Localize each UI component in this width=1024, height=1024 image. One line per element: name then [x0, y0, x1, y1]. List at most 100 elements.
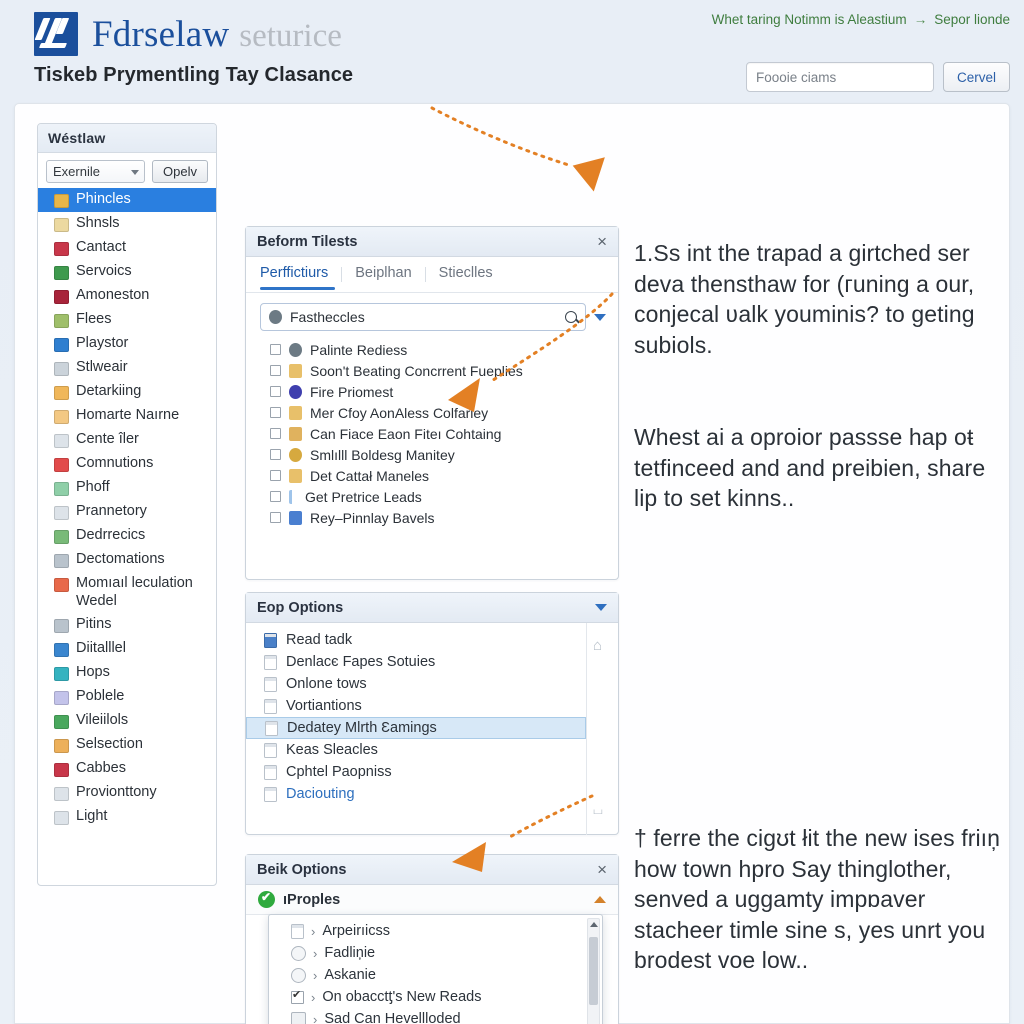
checkbox-icon[interactable]	[270, 428, 281, 439]
checkbox-row-label: Palinte Rediess	[310, 341, 408, 358]
sidebar-item-icon	[54, 458, 69, 472]
option-list: Read tadk Denlacє Fapes Sotuies Onlone tow…	[246, 623, 587, 835]
option-row-2[interactable]: Onlone tows	[246, 673, 586, 695]
checkbox-icon[interactable]	[270, 491, 281, 502]
sidebar-item-10[interactable]: Cente îler	[38, 428, 216, 452]
sidebar-item-label: Homarte Naırne	[76, 407, 180, 423]
close-icon[interactable]: ×	[597, 233, 607, 250]
sidebar-item-2[interactable]: Cantact	[38, 236, 216, 260]
mail-icon	[264, 632, 277, 648]
sidebar-select[interactable]: Exernile	[46, 160, 146, 183]
scrollbar-thumb[interactable]	[589, 937, 598, 1005]
sidebar-item-20[interactable]: Poblele	[38, 685, 216, 709]
option-row-1[interactable]: Denlacє Fapes Sotuies	[246, 651, 586, 673]
chevron-right-icon[interactable]: ›	[311, 924, 315, 939]
checkbox-row-3[interactable]: Mer Cfoy AonAless Colfarley	[246, 402, 618, 423]
search-submit-button[interactable]: Cervel	[942, 62, 1010, 92]
sidebar-item-17[interactable]: Pitins	[38, 613, 216, 637]
checkbox-icon[interactable]	[270, 407, 281, 418]
chevron-right-icon[interactable]: ›	[311, 990, 315, 1005]
sidebar-item-13[interactable]: Prannetory	[38, 500, 216, 524]
checkbox-row-1[interactable]: Soon't Beating Concrrent Fueplies	[246, 360, 618, 381]
checkbox-row-7[interactable]: Get Pretrice Leads	[246, 486, 618, 507]
option-row-7[interactable]: Daciouting	[246, 783, 586, 805]
sidebar-item-9[interactable]: Homarte Naırne	[38, 404, 216, 428]
sidebar-item-16[interactable]: Momıaıl leculation Wedel	[38, 572, 216, 613]
sidebar-item-8[interactable]: Detarkiing	[38, 380, 216, 404]
checkbox-row-4[interactable]: Can Fiace Eaon Fiteı Cohtaing	[246, 423, 618, 444]
scroll-up-icon[interactable]	[590, 922, 598, 927]
checkbox-icon[interactable]	[270, 386, 281, 397]
document-icon	[291, 923, 304, 939]
sidebar-item-24[interactable]: Provionttony	[38, 781, 216, 805]
chevron-down-icon[interactable]	[595, 604, 607, 611]
anchor-icon[interactable]: ⏘	[593, 802, 603, 819]
topnav-link-left[interactable]: Whet taring Notimm is Aleastium	[712, 12, 907, 27]
sidebar-item-6[interactable]: Playstor	[38, 332, 216, 356]
chevron-right-icon[interactable]: ›	[313, 946, 317, 961]
sidebar-item-23[interactable]: Cabbes	[38, 757, 216, 781]
checkbox-row-5[interactable]: Smlılll Boldesɡ Manitey	[246, 444, 618, 465]
list-item-icon	[289, 426, 302, 441]
option-row-6[interactable]: Cphtel Paopniss	[246, 761, 586, 783]
option-row-5[interactable]: Keas Sleacles	[246, 739, 586, 761]
sidebar-item-19[interactable]: Hops	[38, 661, 216, 685]
checkbox-icon[interactable]	[270, 449, 281, 460]
search-input[interactable]	[745, 62, 934, 92]
tab-2[interactable]: Stieclles	[426, 259, 506, 290]
sidebar-item-0[interactable]: Phincles	[38, 188, 216, 212]
sidebar-item-12[interactable]: Phoff	[38, 476, 216, 500]
topnav-link-right[interactable]: Sepor lionde	[934, 12, 1010, 27]
tab-0[interactable]: Perffictiurs	[258, 259, 341, 290]
checked-checkbox-icon[interactable]	[291, 988, 304, 1004]
sidebar-item-icon	[54, 362, 69, 376]
sidebar-open-button[interactable]: Opelv	[152, 160, 208, 183]
sidebar-item-11[interactable]: Comnutions	[38, 452, 216, 476]
sidebar-item-22[interactable]: Selsection	[38, 733, 216, 757]
search-icon[interactable]	[565, 311, 577, 323]
sidebar-item-3[interactable]: Servoics	[38, 260, 216, 284]
sidebar-item-14[interactable]: Dedrrecics	[38, 524, 216, 548]
sidebar-item-21[interactable]: Vileiilols	[38, 709, 216, 733]
option-row-0[interactable]: Read tadk	[246, 629, 586, 651]
document-icon	[264, 698, 277, 714]
sidebar-item-15[interactable]: Dectomations	[38, 548, 216, 572]
sidebar-item-25[interactable]: Light	[38, 805, 216, 829]
tab-1[interactable]: Beiplhan	[342, 259, 424, 290]
chevron-up-icon[interactable]	[594, 896, 606, 903]
checkbox-icon[interactable]	[270, 512, 281, 523]
popup-row-2[interactable]: › Askanie	[269, 964, 602, 986]
sidebar-item-7[interactable]: Stlweair	[38, 356, 216, 380]
sidebar-item-4[interactable]: Amoneston	[38, 284, 216, 308]
option-row-label: Keas Sleacles	[286, 742, 378, 758]
checkbox-row-8[interactable]: Rey–Pinnlay Bavels	[246, 507, 618, 528]
chevron-right-icon[interactable]: ›	[313, 1012, 317, 1024]
collapse-icon[interactable]: ⌂	[593, 637, 602, 654]
checkbox-row-0[interactable]: Palinte Rediess	[246, 339, 618, 360]
option-row-4[interactable]: Dedatey Mlrth Ɛamings	[246, 717, 586, 739]
sidebar-item-1[interactable]: Shnsls	[38, 212, 216, 236]
popup-row-0[interactable]: › Arpeirıicss	[269, 920, 602, 942]
sidebar-item-5[interactable]: Flees	[38, 308, 216, 332]
option-row-3[interactable]: Vortiantions	[246, 695, 586, 717]
sidebar-item-icon	[54, 554, 69, 568]
popup-item-list: › Arpeirıicss › Fadliņie › Askanie › On obacctƫ…	[269, 915, 602, 1024]
popup-row-3[interactable]: › On obacctƫ's New Reads	[269, 986, 602, 1008]
checkbox-icon[interactable]	[270, 470, 281, 481]
popup-row-1[interactable]: › Fadliņie	[269, 942, 602, 964]
chevron-down-icon[interactable]	[594, 313, 606, 321]
close-icon[interactable]: ×	[597, 861, 607, 878]
checkbox-row-2[interactable]: Fire Priomest	[246, 381, 618, 402]
checkbox-row-label: Mer Cfoy AonAless Colfarley	[310, 404, 489, 421]
sidebar-item-18[interactable]: Diitalllel	[38, 637, 216, 661]
checkbox-row-label: Get Pretrice Leads	[305, 488, 422, 505]
checkbox-icon[interactable]	[270, 344, 281, 355]
chevron-right-icon[interactable]: ›	[313, 968, 317, 983]
sidebar-item-label: Shnsls	[76, 215, 120, 231]
checkbox-row-6[interactable]: Det Cattał Maneles	[246, 465, 618, 486]
popup-row-4[interactable]: › Sad Can Hevellloded	[269, 1008, 602, 1024]
popup-scrollbar[interactable]	[587, 918, 600, 1024]
checkbox-icon[interactable]	[270, 365, 281, 376]
option-row-label: Daciouting	[286, 786, 355, 802]
filter-search-box[interactable]: Fastheccles	[260, 303, 586, 331]
